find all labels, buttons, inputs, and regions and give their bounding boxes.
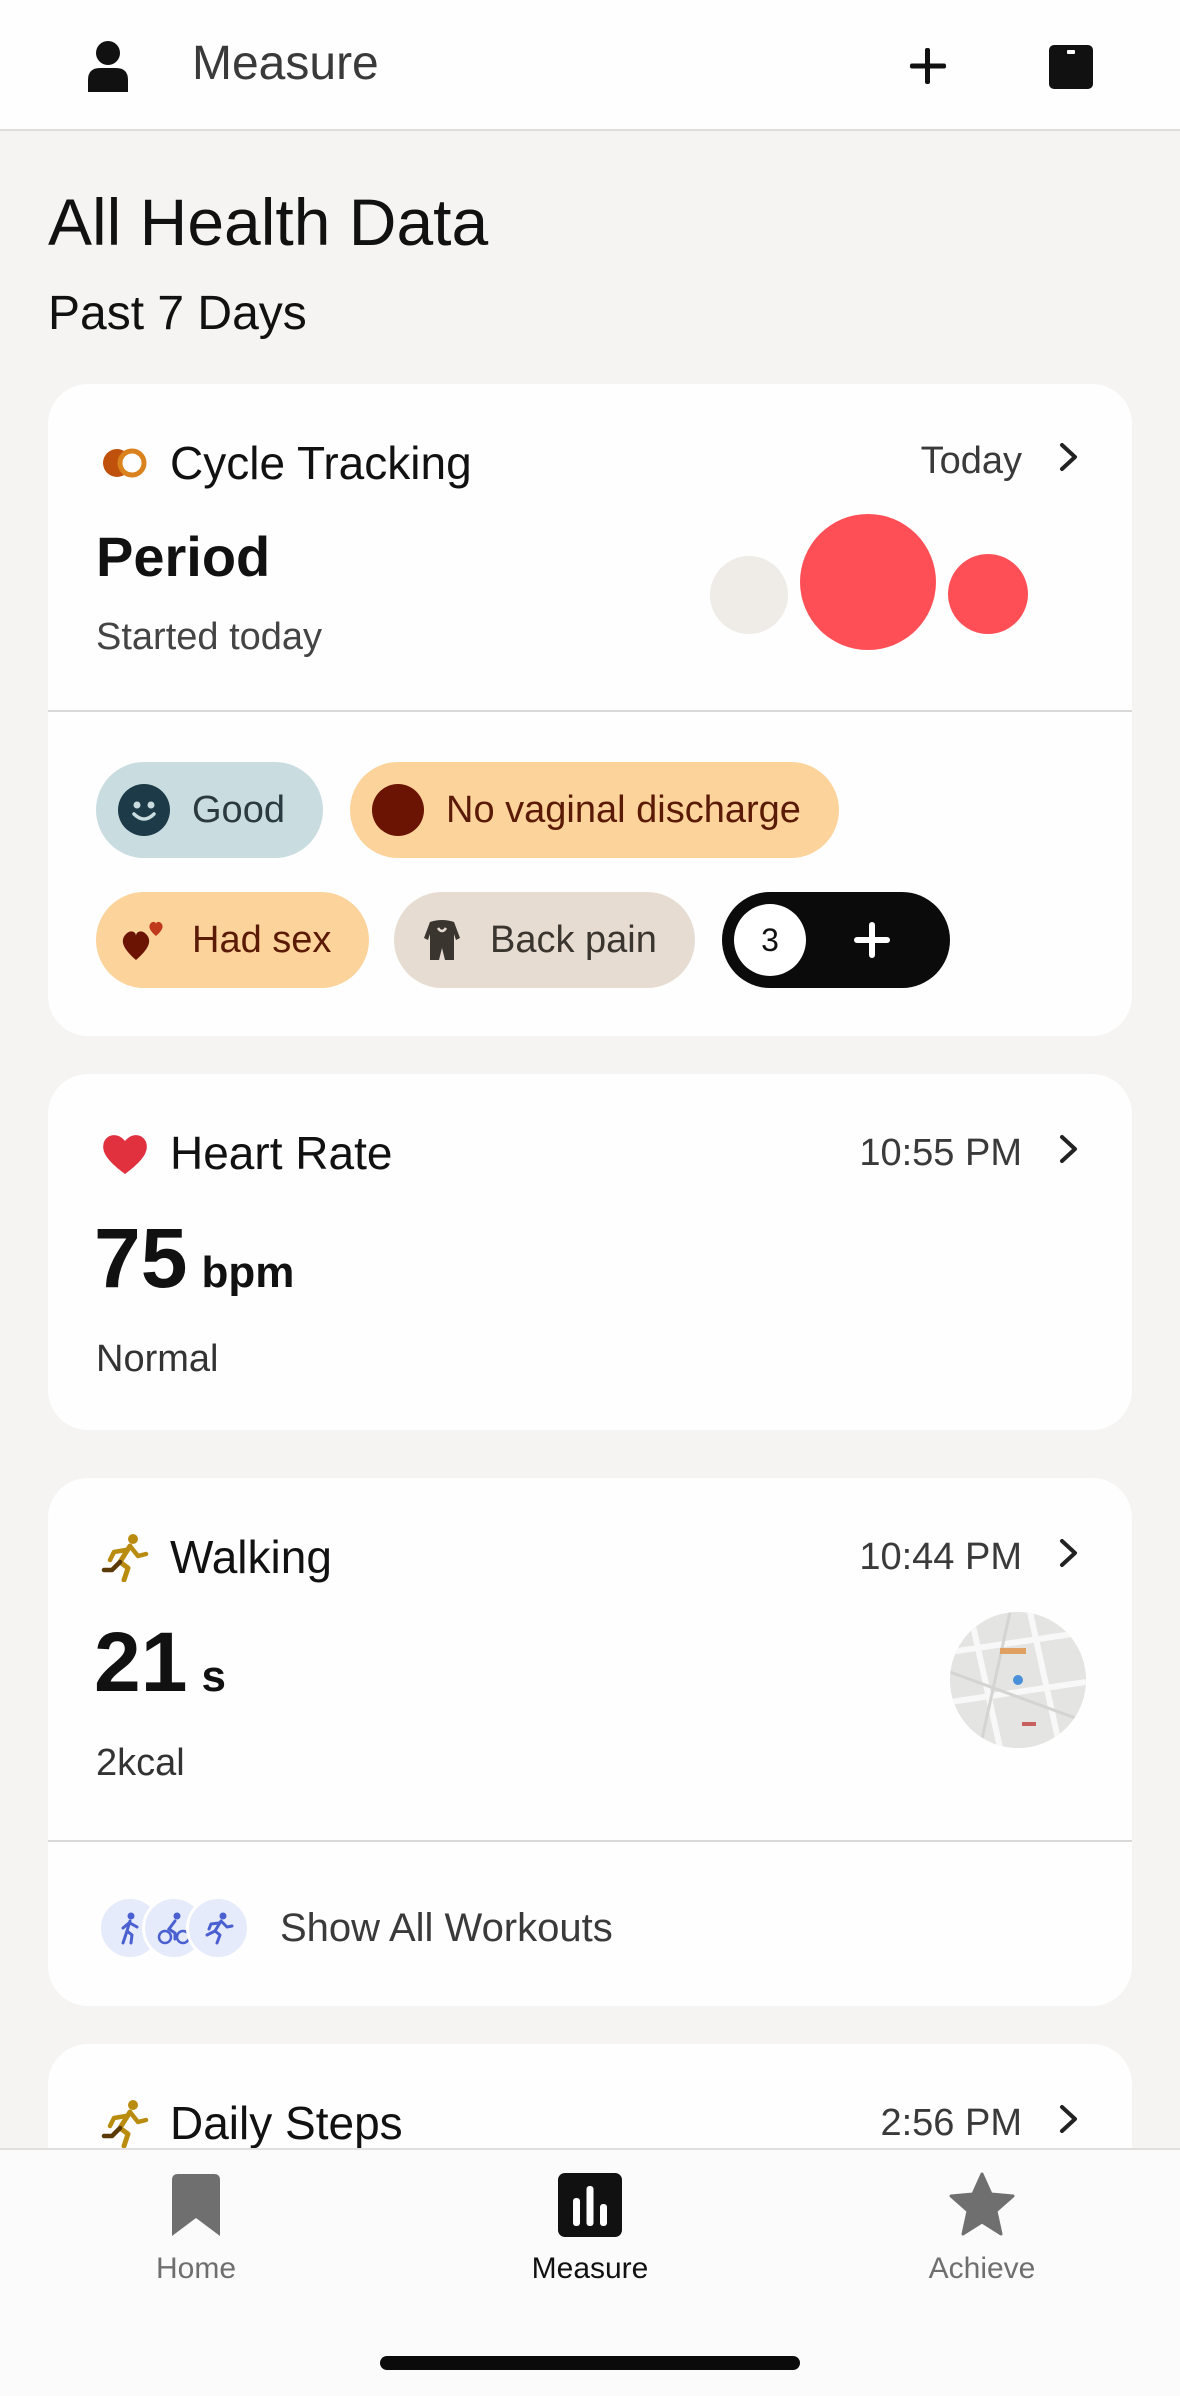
page-subtitle: Past 7 Days <box>48 287 307 340</box>
cycle-tracking-icon <box>103 448 147 478</box>
chip-label: No vaginal discharge <box>446 788 801 831</box>
nav-home[interactable]: Home <box>76 2172 316 2286</box>
top-bar: Measure <box>0 0 1180 131</box>
profile-icon[interactable] <box>86 40 130 92</box>
more-count-badge: 3 <box>734 904 806 976</box>
divider <box>48 1840 1132 1842</box>
chevron-right-icon[interactable] <box>1056 442 1082 472</box>
walking-card-label: Walking <box>170 1531 332 1583</box>
heart-icon <box>103 1135 147 1174</box>
heart-rate-value: 75 bpm <box>94 1210 294 1307</box>
cycle-day-dot-empty <box>710 556 788 634</box>
heart-rate-unit: bpm <box>201 1248 295 1297</box>
nav-home-label: Home <box>155 2252 237 2285</box>
cycle-card-label: Cycle Tracking <box>170 437 472 489</box>
chevron-right-icon[interactable] <box>1056 1134 1082 1164</box>
walking-card-time: 10:44 PM <box>859 1536 1022 1578</box>
calendar-icon[interactable] <box>1048 44 1094 90</box>
show-all-workouts-label: Show All Workouts <box>280 1905 613 1950</box>
chip-mood-good[interactable]: Good <box>96 762 323 858</box>
nav-measure[interactable]: Measure <box>470 2172 710 2286</box>
cycle-day-dot-period <box>948 554 1028 634</box>
more-symptoms-button[interactable]: 3 <box>722 892 950 988</box>
nav-measure-label: Measure <box>531 2252 649 2285</box>
steps-icon <box>101 2100 149 2148</box>
chip-back-pain[interactable]: Back pain <box>394 892 695 988</box>
hearts-icon <box>118 914 170 966</box>
plus-icon <box>854 922 890 958</box>
add-icon[interactable] <box>906 44 950 88</box>
home-indicator[interactable] <box>380 2356 800 2370</box>
heart-card-label: Heart Rate <box>170 1127 393 1179</box>
steps-card-time: 2:56 PM <box>880 2102 1022 2144</box>
star-icon <box>949 2172 1015 2236</box>
bookmark-icon <box>172 2174 220 2236</box>
cycle-card-header: Cycle Tracking <box>100 436 472 490</box>
chip-label: Back pain <box>490 918 657 961</box>
page-title: All Health Data <box>48 185 489 259</box>
cycle-card-time: Today <box>920 440 1022 482</box>
walking-card[interactable]: Walking 10:44 PM 21 s 2kcal Show All Wor… <box>48 1478 1132 2006</box>
cycle-day-dot-today <box>800 514 936 650</box>
walking-card-header: Walking <box>100 1530 332 1584</box>
chip-had-sex[interactable]: Had sex <box>96 892 370 988</box>
chevron-right-icon[interactable] <box>1056 1538 1082 1568</box>
chip-label: Had sex <box>192 918 332 961</box>
discharge-dot-icon <box>372 784 424 836</box>
heart-rate-number: 75 <box>94 1211 188 1305</box>
heart-card-header: Heart Rate <box>100 1126 392 1180</box>
walking-duration-unit: s <box>201 1652 226 1701</box>
header-title: Measure <box>192 37 379 90</box>
period-status: Period <box>96 525 271 588</box>
back-pain-icon <box>416 914 468 966</box>
running-workout-icon <box>186 1896 250 1960</box>
walking-calories: 2kcal <box>96 1742 185 1784</box>
divider <box>48 710 1132 712</box>
nav-achieve-label: Achieve <box>928 2252 1036 2285</box>
steps-card-label: Daily Steps <box>170 2097 403 2149</box>
heart-card-time: 10:55 PM <box>859 1132 1022 1174</box>
cycle-tracking-card[interactable]: Cycle Tracking Today Period Started toda… <box>48 384 1132 1036</box>
smiley-icon <box>118 784 170 836</box>
bar-chart-icon <box>558 2173 622 2237</box>
nav-achieve[interactable]: Achieve <box>862 2172 1102 2286</box>
steps-card-header: Daily Steps <box>100 2096 403 2150</box>
chevron-right-icon[interactable] <box>1056 2104 1082 2134</box>
chip-discharge[interactable]: No vaginal discharge <box>350 762 839 858</box>
route-map-thumbnail[interactable] <box>950 1612 1086 1748</box>
walking-duration-number: 21 <box>94 1615 188 1709</box>
heart-rate-status: Normal <box>96 1338 219 1380</box>
show-all-workouts-button[interactable]: Show All Workouts <box>98 1896 613 1960</box>
heart-rate-card[interactable]: Heart Rate 10:55 PM 75 bpm Normal <box>48 1074 1132 1430</box>
period-subtext: Started today <box>96 616 323 658</box>
chip-label: Good <box>192 788 285 831</box>
walking-icon <box>101 1534 149 1582</box>
walking-duration: 21 s <box>94 1614 226 1711</box>
